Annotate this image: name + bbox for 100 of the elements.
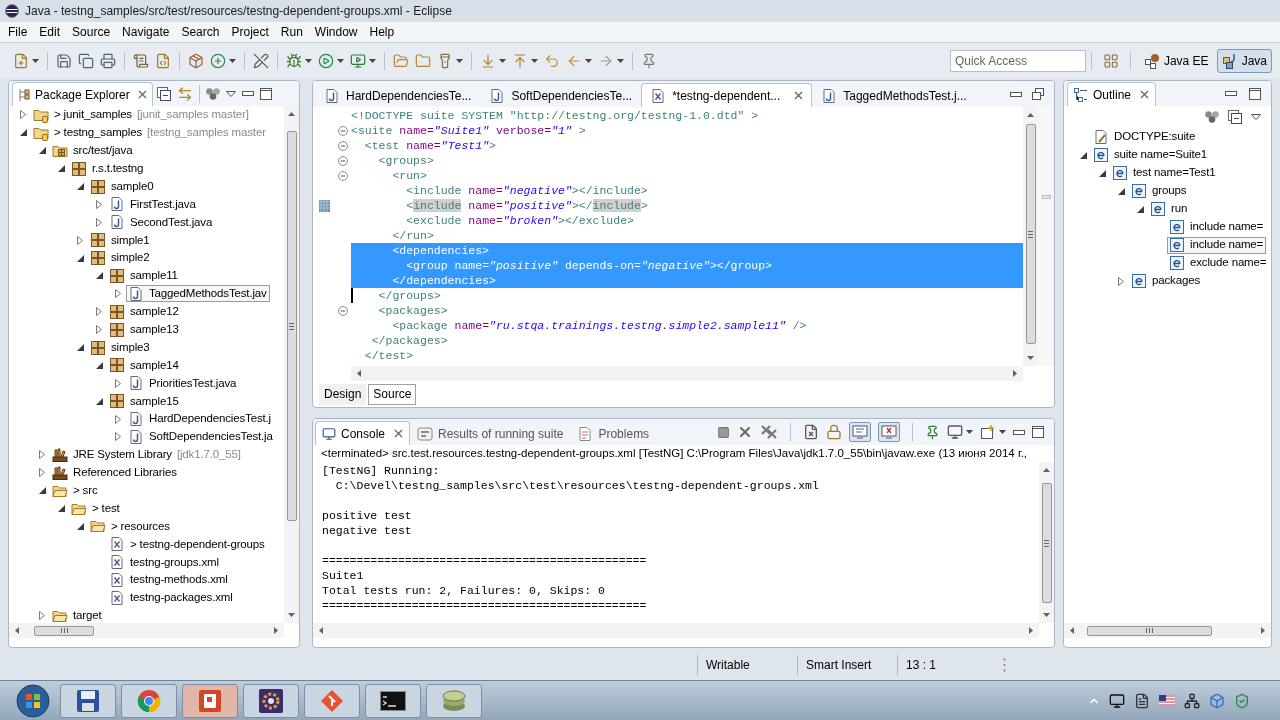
window-grid-icon[interactable] <box>1102 52 1119 69</box>
print-icon[interactable] <box>100 52 116 69</box>
dropdown-caret-icon[interactable] <box>32 58 39 63</box>
stop-square-icon[interactable] <box>717 425 730 439</box>
tree-item[interactable]: > src <box>50 482 101 500</box>
close-icon[interactable] <box>137 90 147 99</box>
file-x-icon[interactable] <box>803 424 819 440</box>
document-icon[interactable] <box>1134 692 1150 709</box>
collapsed-triangle-icon[interactable] <box>96 325 102 335</box>
tree-item[interactable]: sample13 <box>107 321 182 339</box>
menu-item[interactable]: Help <box>363 22 401 42</box>
tree-item[interactable]: src/test/java <box>50 142 136 160</box>
lock-icon[interactable] <box>826 424 842 440</box>
menu-item[interactable]: Source <box>66 22 117 42</box>
menu-item[interactable]: Navigate <box>116 22 176 42</box>
dropdown-caret-icon[interactable] <box>305 58 312 63</box>
collapsed-triangle-icon[interactable] <box>96 217 102 227</box>
dropdown-caret-icon[interactable] <box>966 430 973 434</box>
tree-item[interactable]: groups <box>1129 182 1190 200</box>
tree-item[interactable]: testng-groups.xml <box>107 553 222 571</box>
tree-item[interactable]: simple1 <box>88 231 153 249</box>
flashlight-icon[interactable] <box>437 52 453 69</box>
expanded-triangle-icon[interactable] <box>1098 169 1106 177</box>
tree-item[interactable]: include name= <box>1167 236 1267 254</box>
horizontal-scrollbar[interactable] <box>9 623 284 638</box>
scrollbar-thumb[interactable] <box>1087 625 1212 636</box>
dropdown-caret-icon[interactable] <box>617 58 624 63</box>
collapsed-triangle-icon[interactable] <box>20 110 26 120</box>
dropdown-caret-icon[interactable] <box>585 58 592 63</box>
collapse-all-icon[interactable] <box>156 86 171 101</box>
horizontal-scrollbar[interactable] <box>1064 623 1271 638</box>
vertical-scrollbar[interactable] <box>284 106 299 623</box>
close-icon[interactable] <box>1140 90 1150 99</box>
minimize-icon[interactable] <box>1010 91 1022 97</box>
monitor-icon[interactable] <box>947 424 963 440</box>
flag-icon[interactable] <box>1159 695 1175 706</box>
tree-item[interactable]: exclude name= <box>1167 254 1270 272</box>
tree-item[interactable]: simple2 <box>88 249 153 267</box>
perspective-button[interactable]: Java <box>1216 48 1272 73</box>
scroll-icon[interactable] <box>133 52 149 69</box>
tree-item[interactable]: sample15 <box>107 392 182 410</box>
expanded-triangle-icon[interactable] <box>1079 151 1087 159</box>
maximize-icon[interactable] <box>1032 426 1044 438</box>
package-icon[interactable] <box>188 52 204 69</box>
tree-item[interactable]: simple3 <box>88 339 153 356</box>
tree-item[interactable]: r.s.t.testng <box>69 160 147 178</box>
scroll-down-arrow-icon[interactable] <box>1043 613 1050 617</box>
dropdown-caret-icon[interactable] <box>456 58 463 63</box>
shield-check-icon[interactable] <box>1234 692 1250 709</box>
collapsed-triangle-icon[interactable] <box>39 450 45 460</box>
tree-item[interactable]: include name= <box>1167 218 1267 236</box>
tree-item[interactable]: run <box>1148 200 1191 218</box>
menu-item[interactable]: Run <box>274 22 309 42</box>
tree-item[interactable]: PrioritiesTest.java <box>126 374 240 392</box>
editor-mode-tab[interactable]: Source <box>368 383 417 405</box>
editor-mode-tab[interactable]: Design <box>319 383 367 405</box>
scroll-right-arrow-icon[interactable] <box>274 627 278 634</box>
folder-icon[interactable] <box>415 52 431 69</box>
horizontal-scrollbar[interactable] <box>351 366 1023 381</box>
dropdown-caret-icon[interactable] <box>337 58 344 63</box>
network-icon[interactable] <box>1184 692 1200 709</box>
maximize-icon[interactable] <box>1249 87 1261 100</box>
scroll-left-arrow-icon[interactable] <box>357 370 361 377</box>
dropdown-caret-icon[interactable] <box>499 58 506 63</box>
tree-item[interactable]: sample0 <box>88 178 157 195</box>
view-tab[interactable]: Problems <box>570 421 657 445</box>
tree-item[interactable]: > junit_samples [junit_samples master] <box>31 106 252 124</box>
quick-access-field[interactable]: Quick Access <box>949 49 1086 72</box>
expanded-triangle-icon[interactable] <box>76 183 84 190</box>
tree-item[interactable]: DOCTYPE:suite <box>1091 128 1199 146</box>
minus-circle-icon[interactable] <box>338 305 348 316</box>
scroll-left-arrow-icon[interactable] <box>15 627 19 634</box>
tree-item[interactable]: > resources <box>88 517 173 535</box>
dropdown-caret-icon[interactable] <box>531 58 538 63</box>
view-menu-icon[interactable] <box>1251 114 1261 120</box>
expanded-triangle-icon[interactable] <box>95 272 103 280</box>
tree-item[interactable]: target <box>50 607 105 623</box>
pin-icon[interactable] <box>925 424 940 440</box>
double-x-icon[interactable] <box>760 424 778 440</box>
collapsed-triangle-icon[interactable] <box>115 378 121 388</box>
tree-item[interactable]: HardDependenciesTest.j <box>126 410 274 428</box>
menu-item[interactable]: Project <box>225 22 275 42</box>
arrows-left-right-icon[interactable] <box>176 85 193 102</box>
menu-item[interactable]: File <box>2 22 34 42</box>
expanded-triangle-icon[interactable] <box>57 165 65 173</box>
minus-circle-icon[interactable] <box>338 170 348 181</box>
close-icon[interactable] <box>394 429 404 438</box>
expanded-triangle-icon[interactable] <box>76 344 84 351</box>
scroll-up-arrow-icon[interactable] <box>1043 468 1050 472</box>
expanded-triangle-icon[interactable] <box>95 397 103 405</box>
spheres-icon[interactable] <box>205 87 220 100</box>
save-all-icon[interactable] <box>78 52 94 69</box>
view-menu-icon[interactable] <box>225 90 236 97</box>
pen-off-icon[interactable] <box>253 52 269 69</box>
tree-item[interactable]: sample14 <box>107 356 182 374</box>
collapsed-triangle-icon[interactable] <box>96 199 102 209</box>
scroll-left-arrow-icon[interactable] <box>1070 627 1074 634</box>
tree-item[interactable]: testng-packages.xml <box>107 589 236 607</box>
view-tab[interactable]: Results of running suite <box>410 421 571 445</box>
menu-item[interactable]: Edit <box>33 22 67 42</box>
